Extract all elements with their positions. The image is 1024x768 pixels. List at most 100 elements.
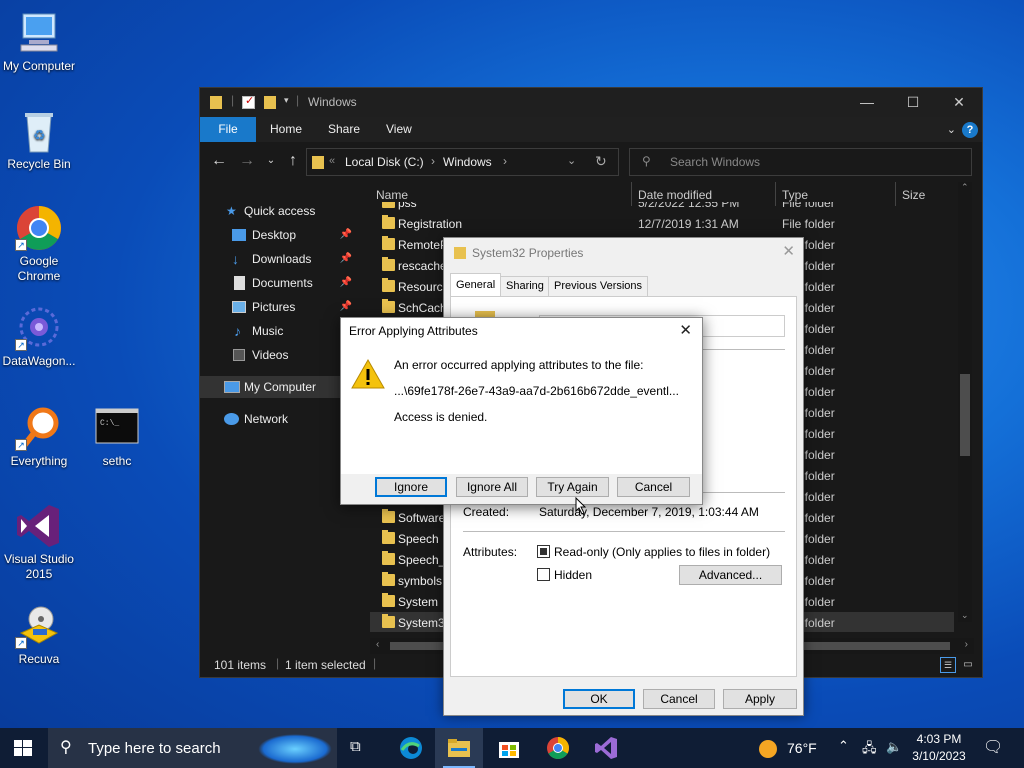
edge-icon[interactable] (399, 736, 423, 760)
close-icon[interactable]: ✕ (936, 88, 982, 117)
folder-icon (382, 278, 395, 292)
quick-access-toolbar-dropdown-icon[interactable]: ▾ (284, 95, 289, 106)
scroll-down-icon[interactable]: ⌄ (961, 610, 969, 621)
close-icon[interactable]: ✕ (679, 321, 692, 339)
properties-quick-icon[interactable]: ✓ (242, 95, 255, 109)
pin-icon: 📌 (339, 229, 352, 240)
pictures-icon (232, 301, 246, 313)
sidebar-item-videos[interactable]: Videos (200, 344, 350, 366)
table-row[interactable]: pss 5/2/2022 12:55 PM File folder (370, 202, 954, 213)
sidebar-item-label: Documents (252, 276, 313, 290)
visual-studio-icon[interactable] (594, 736, 618, 760)
address-bar[interactable]: « Local Disk (C:) › Windows › ⌄ ↻ (306, 148, 619, 176)
task-view-icon[interactable]: ⧉ (350, 738, 361, 755)
desktop-icon-recycle-bin[interactable]: ♻ Recycle Bin (0, 108, 78, 172)
sidebar-item-label: Downloads (252, 252, 312, 266)
hidden-label: Hidden (554, 568, 593, 582)
desktop-icon-visual-studio[interactable]: Visual Studio 2015 (0, 503, 78, 582)
scroll-right-icon[interactable]: › (965, 639, 968, 650)
folder-icon (382, 236, 395, 250)
chrome-icon[interactable] (546, 736, 570, 760)
folder-icon (312, 156, 324, 169)
desktop-icon-datawagon[interactable]: ↗ DataWagon... (0, 305, 78, 369)
sidebar-item-downloads[interactable]: ↓ Downloads 📌 (200, 248, 360, 270)
sidebar-item-label: Pictures (252, 300, 296, 314)
help-icon[interactable]: ? (962, 122, 978, 138)
new-folder-quick-icon[interactable] (264, 96, 276, 109)
tab-file[interactable]: File (200, 117, 256, 142)
sidebar-item-music[interactable]: ♪ Music (200, 320, 350, 342)
tab-sharing[interactable]: Sharing (500, 276, 550, 296)
tab-previous-versions[interactable]: Previous Versions (548, 276, 649, 296)
sidebar-item-my-computer[interactable]: My Computer (200, 376, 360, 398)
file-name: pss (398, 202, 417, 210)
ignore-button[interactable]: Ignore (375, 477, 447, 497)
breadcrumb-local-disk[interactable]: Local Disk (C:) (345, 155, 424, 169)
breadcrumb-windows[interactable]: Windows (443, 155, 492, 169)
clock-time[interactable]: 4:03 PM (913, 732, 965, 746)
search-box[interactable]: ⚲ Search Windows (629, 148, 972, 176)
forward-arrow-icon[interactable]: → (236, 150, 258, 172)
explorer-titlebar[interactable]: | ✓ ▾ | Windows — ☐ ✕ (200, 88, 982, 117)
table-row[interactable]: Registration 12/7/2019 1:31 AM File folder (370, 213, 954, 234)
taskbar-search-box[interactable]: ⚲ Type here to search (48, 728, 337, 768)
network-icon[interactable]: 🖧 (862, 739, 877, 761)
scroll-left-icon[interactable]: ‹ (376, 639, 379, 650)
desktop-icon-my-computer[interactable]: My Computer (0, 10, 78, 74)
weather-sun-icon[interactable] (759, 740, 777, 758)
desktop-icon-recuva[interactable]: ↗ Recuva (0, 603, 78, 667)
attributes-label: Attributes: (463, 545, 518, 559)
advanced-button[interactable]: Advanced... (679, 565, 782, 585)
recent-locations-chevron-icon[interactable]: ⌄ (260, 150, 282, 172)
item-count: 101 items (214, 658, 267, 672)
readonly-checkbox[interactable] (537, 545, 550, 558)
refresh-icon[interactable]: ↻ (595, 153, 607, 170)
apply-button[interactable]: Apply (723, 689, 797, 709)
scroll-up-icon[interactable]: ⌃ (961, 182, 969, 193)
back-arrow-icon[interactable]: ← (208, 150, 230, 172)
ignore-all-button[interactable]: Ignore All (456, 477, 528, 497)
file-explorer-icon[interactable] (447, 736, 471, 760)
breadcrumb-overflow[interactable]: « (329, 155, 335, 167)
ok-button[interactable]: OK (563, 689, 635, 709)
desktop-icon-everything[interactable]: ↗ Everything (0, 405, 78, 469)
clock-date[interactable]: 3/10/2023 (911, 749, 967, 763)
chevron-up-icon[interactable]: ⌃ (838, 738, 849, 754)
sidebar-item-label: Network (244, 412, 289, 426)
start-windows-icon[interactable] (14, 740, 32, 759)
try-again-button[interactable]: Try Again (536, 477, 609, 497)
vertical-scrollbar[interactable]: ⌃ ⌄ (958, 182, 972, 622)
sidebar-item-pictures[interactable]: Pictures 📌 (200, 296, 360, 318)
close-icon[interactable]: ✕ (782, 242, 795, 260)
maximize-icon[interactable]: ☐ (890, 88, 936, 117)
desktop-icon-label: DataWagon... (2, 354, 76, 368)
scrollbar-thumb[interactable] (960, 374, 970, 456)
sidebar-item-label: Quick access (244, 204, 316, 218)
sidebar-item-desktop[interactable]: Desktop 📌 (200, 224, 360, 246)
tab-view[interactable]: View (372, 117, 426, 142)
details-view-icon[interactable]: ☰ (940, 657, 956, 673)
volume-icon[interactable]: 🔈 (886, 739, 902, 755)
microsoft-store-icon[interactable] (497, 736, 521, 760)
cancel-button[interactable]: Cancel (617, 477, 690, 497)
tab-share[interactable]: Share (314, 117, 374, 142)
taskbar-search-placeholder: Type here to search (88, 740, 221, 757)
sidebar-item-quick-access[interactable]: ★ Quick access (200, 200, 350, 222)
separator: | (231, 93, 235, 107)
ribbon-expand-icon[interactable]: ⌄ (947, 123, 956, 136)
notification-icon[interactable]: 🗨 (983, 737, 1003, 757)
sidebar-item-network[interactable]: Network (200, 408, 350, 430)
desktop-icon-google-chrome[interactable]: ↗ Google Chrome (0, 205, 78, 284)
up-arrow-icon[interactable]: ↑ (282, 150, 304, 172)
address-history-dropdown-icon[interactable]: ⌄ (567, 154, 576, 167)
sidebar-item-documents[interactable]: Documents 📌 (200, 272, 360, 294)
weather-temperature[interactable]: 76°F (787, 740, 817, 756)
minimize-icon[interactable]: — (844, 88, 890, 117)
cancel-button[interactable]: Cancel (643, 689, 715, 709)
large-icons-view-icon[interactable]: ▭ (960, 657, 976, 673)
hidden-checkbox[interactable] (537, 568, 550, 581)
desktop-icon-sethc[interactable]: C:\_ sethc (78, 405, 156, 469)
tab-home[interactable]: Home (256, 117, 316, 142)
tab-general[interactable]: General (450, 273, 502, 296)
dialog-title: System32 Properties (472, 246, 584, 260)
